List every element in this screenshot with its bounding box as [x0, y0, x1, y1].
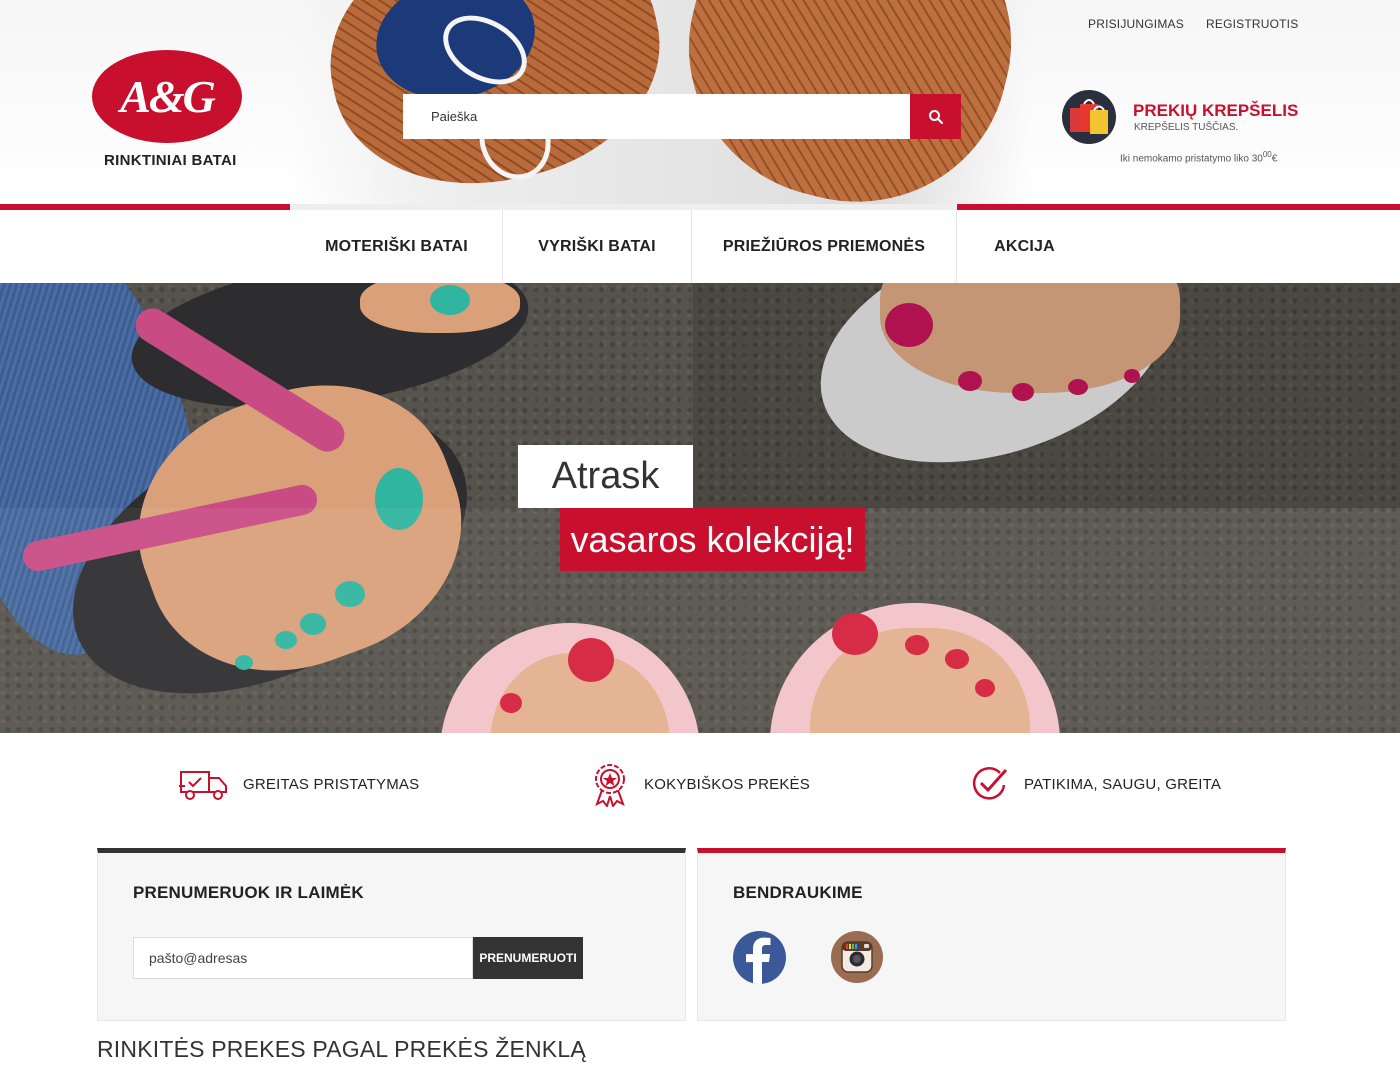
hero-headline: Atrask: [518, 445, 693, 508]
feature-quality-products: KOKYBIŠKOS PREKĖS: [590, 764, 810, 807]
feature-reliable-safe-fast: PATIKIMA, SAUGU, GREITA: [970, 764, 1221, 804]
check-circle-icon: [972, 767, 1008, 800]
search-input[interactable]: [403, 94, 910, 139]
subscribe-title: PRENUMERUOK IR LAIMĖK: [133, 883, 364, 902]
main-navigation: MOTERIŠKI BATAI VYRIŠKI BATAI PRIEŽIŪROS…: [0, 210, 1400, 283]
register-link[interactable]: REGISTRUOTIS: [1206, 17, 1298, 31]
nav-item-mens-shoes[interactable]: VYRIŠKI BATAI: [503, 210, 692, 283]
cart-title[interactable]: PREKIŲ KREPŠELIS: [1133, 101, 1298, 121]
logo-subtitle: RINKTINIAI BATAI: [104, 152, 237, 169]
delivery-truck-icon: [179, 771, 227, 800]
feature-label: KOKYBIŠKOS PREKĖS: [644, 775, 810, 793]
subscribe-button[interactable]: PRENUMERUOTI: [473, 937, 583, 979]
hero-subheadline: vasaros kolekciją!: [560, 508, 865, 571]
site-header: PRISIJUNGIMAS REGISTRUOTIS A&G RINKTINIA…: [0, 0, 1400, 204]
free-shipping-note: Iki nemokamo pristatymo liko 3000€: [1120, 150, 1278, 165]
hero-banner[interactable]: Atrask vasaros kolekciją!: [0, 283, 1400, 733]
subscribe-panel: PRENUMERUOK IR LAIMĖK PRENUMERUOTI: [97, 848, 686, 1021]
nav-item-sale[interactable]: AKCIJA: [957, 210, 1092, 283]
site-logo[interactable]: A&G: [92, 50, 242, 143]
social-panel: BENDRAUKIME: [697, 848, 1286, 1021]
feature-label: PATIKIMA, SAUGU, GREITA: [1024, 775, 1222, 793]
facebook-icon[interactable]: [733, 931, 786, 984]
social-title: BENDRAUKIME: [733, 883, 863, 902]
logo-text: A&G: [120, 71, 216, 122]
instagram-icon[interactable]: [831, 931, 883, 983]
nav-item-care-products[interactable]: PRIEŽIŪROS PRIEMONĖS: [692, 210, 957, 283]
nav-item-womens-shoes[interactable]: MOTERIŠKI BATAI: [291, 210, 503, 283]
feature-fast-delivery: GREITAS PRISTATYMAS: [179, 764, 419, 804]
search-icon: [928, 109, 943, 124]
email-field[interactable]: [133, 937, 473, 979]
login-link[interactable]: PRISIJUNGIMAS: [1088, 17, 1184, 31]
cart-status: KREPŠELIS TUŠČIAS.: [1134, 122, 1239, 133]
brands-section-title: RINKITĖS PREKES PAGAL PREKĖS ŽENKLĄ: [97, 1036, 586, 1062]
quality-badge-icon: [595, 764, 625, 807]
shopping-bags-icon[interactable]: [1062, 90, 1116, 144]
feature-label: GREITAS PRISTATYMAS: [243, 775, 420, 793]
search-button[interactable]: [910, 94, 961, 139]
